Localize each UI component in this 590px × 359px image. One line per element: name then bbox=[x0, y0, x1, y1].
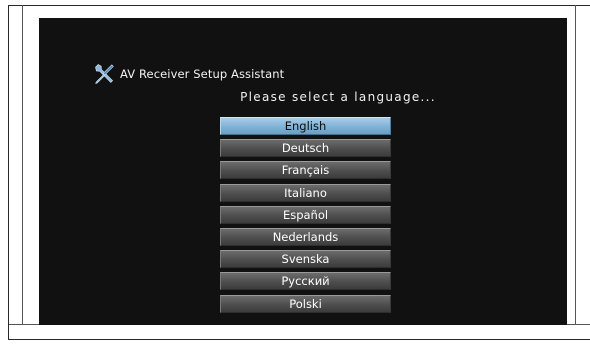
language-option-svenska[interactable]: Svenska bbox=[220, 250, 391, 269]
language-option-russian[interactable]: Русский bbox=[220, 272, 391, 291]
language-option-italiano[interactable]: Italiano bbox=[220, 183, 391, 202]
language-option-nederlands[interactable]: Nederlands bbox=[220, 227, 391, 246]
language-option-polski[interactable]: Polski bbox=[220, 294, 391, 313]
language-option-espanol[interactable]: Español bbox=[220, 205, 391, 224]
language-option-deutsch[interactable]: Deutsch bbox=[220, 139, 391, 158]
app-header: AV Receiver Setup Assistant bbox=[92, 62, 284, 86]
language-option-francais[interactable]: Français bbox=[220, 161, 391, 180]
setup-screen: AV Receiver Setup Assistant Please selec… bbox=[39, 18, 567, 325]
frame-left-line bbox=[8, 5, 9, 340]
frame-inner-left-line bbox=[22, 5, 23, 325]
language-prompt: Please select a language... bbox=[240, 90, 436, 104]
frame-right-line bbox=[575, 5, 576, 325]
language-list: English Deutsch Français Italiano Españo… bbox=[220, 117, 391, 317]
app-title: AV Receiver Setup Assistant bbox=[120, 67, 285, 81]
tools-icon bbox=[95, 64, 114, 84]
language-option-english[interactable]: English bbox=[220, 117, 391, 135]
frame-bottom-line bbox=[8, 339, 590, 340]
frame-top-line bbox=[8, 5, 590, 6]
